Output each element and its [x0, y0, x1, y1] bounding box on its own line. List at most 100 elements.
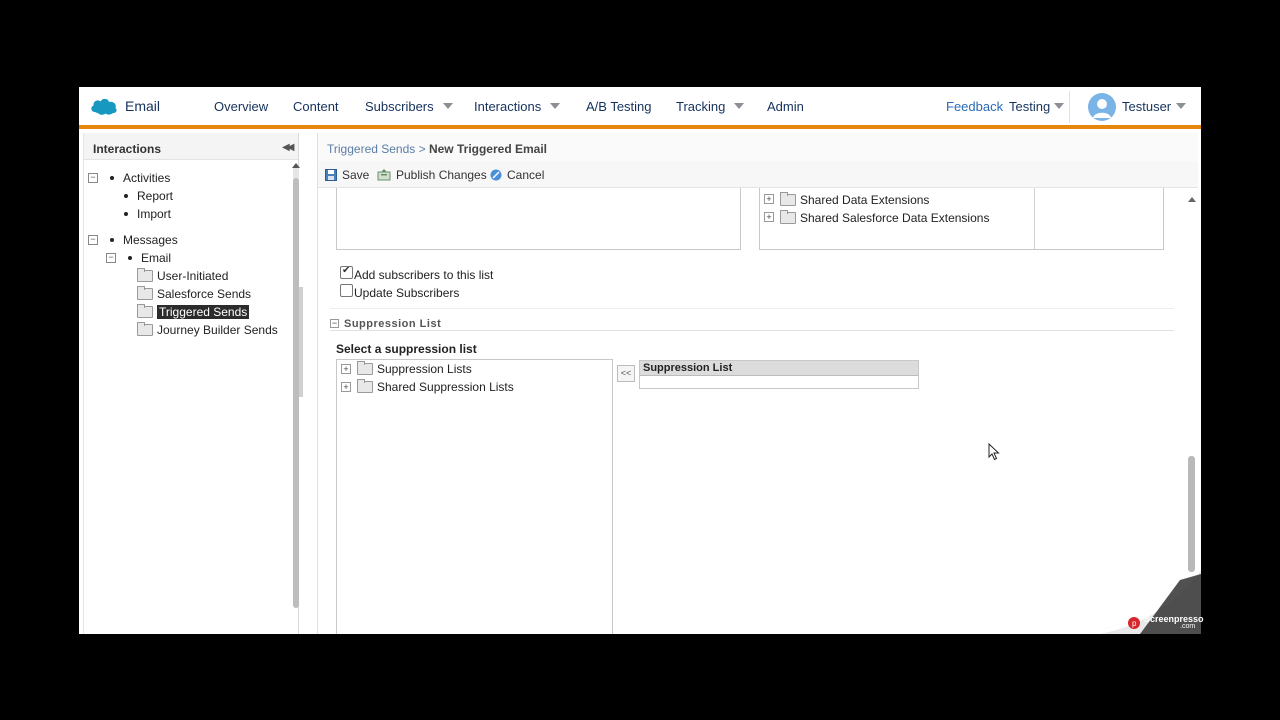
bullet-icon: [124, 212, 128, 216]
cancel-button[interactable]: Cancel: [490, 168, 544, 182]
selected-suppression-grid[interactable]: Suppression List: [639, 360, 919, 389]
collapse-node-icon[interactable]: −: [88, 235, 98, 245]
tree-node-suppression-lists[interactable]: + Suppression Lists: [341, 361, 472, 376]
section-divider: [330, 308, 1174, 309]
expand-node-icon[interactable]: +: [341, 382, 351, 392]
folder-icon: [357, 361, 373, 375]
tree-node-salesforce-sends[interactable]: Salesforce Sends: [137, 286, 251, 301]
folder-icon: [137, 304, 153, 318]
grid-header: Suppression List: [640, 361, 918, 376]
folder-icon: [137, 286, 153, 300]
tree-node-email[interactable]: − Email: [106, 251, 171, 265]
folder-icon: [137, 322, 153, 336]
screenpresso-watermark: p Screenpresso .com: [1080, 570, 1204, 634]
bullet-icon: [124, 194, 128, 198]
tree-node-shared-data-extensions[interactable]: + Shared Data Extensions: [764, 192, 930, 207]
form-content: + Shared Data Extensions + Shared Salesf…: [318, 188, 1198, 634]
chevron-down-icon: [734, 103, 745, 109]
user-menu[interactable]: Testuser: [1122, 99, 1187, 114]
tree-label: User-Initiated: [157, 269, 229, 283]
collapse-section-icon[interactable]: −: [330, 319, 339, 328]
suppression-section-title: Suppression List: [344, 318, 442, 330]
toolbar: Save Publish Changes Cancel: [318, 161, 1198, 188]
data-extension-box[interactable]: + Shared Data Extensions + Shared Salesf…: [759, 188, 1164, 250]
nav-divider: [1069, 91, 1070, 123]
scroll-up-icon[interactable]: [292, 163, 300, 168]
tree-node-shared-suppression-lists[interactable]: + Shared Suppression Lists: [341, 379, 514, 394]
save-label: Save: [342, 168, 370, 182]
save-button[interactable]: Save: [325, 168, 369, 182]
add-subscribers-checkbox[interactable]: [340, 265, 353, 279]
expand-node-icon[interactable]: +: [764, 194, 774, 204]
move-left-button[interactable]: <<: [617, 365, 635, 382]
user-avatar-icon[interactable]: [1088, 93, 1116, 121]
publish-label: Publish Changes: [396, 168, 487, 182]
breadcrumb: Triggered Sends > New Triggered Email: [318, 133, 1198, 161]
nav-admin[interactable]: Admin: [767, 99, 804, 114]
tree-node-import[interactable]: Import: [124, 207, 171, 221]
svg-text:p: p: [1132, 619, 1137, 628]
tree-node-triggered-sends[interactable]: Triggered Sends: [137, 304, 250, 319]
tree-label-selected: Triggered Sends: [157, 305, 250, 319]
sidebar-header: Interactions ◀◀: [84, 133, 298, 160]
tree-node-report[interactable]: Report: [124, 189, 173, 203]
breadcrumb-trail: Triggered Sends > New Triggered Email: [327, 142, 547, 156]
tree-label: Messages: [123, 233, 178, 247]
business-unit-selector[interactable]: Testing: [1009, 99, 1065, 114]
subscriber-list-box[interactable]: [336, 188, 741, 250]
collapse-node-icon[interactable]: −: [88, 173, 98, 183]
expand-node-icon[interactable]: +: [341, 364, 351, 374]
folder-icon: [357, 379, 373, 393]
app-name: Email: [125, 98, 161, 114]
tree-label: Suppression Lists: [377, 362, 472, 376]
chevron-down-icon: [442, 103, 453, 109]
nav-content[interactable]: Content: [293, 99, 339, 114]
breadcrumb-current: New Triggered Email: [428, 142, 548, 156]
collapse-panel-icon[interactable]: ◀◀: [282, 142, 295, 153]
nav-overview[interactable]: Overview: [214, 99, 268, 114]
chevron-down-icon: [1176, 103, 1187, 109]
panel-splitter[interactable]: [299, 287, 303, 397]
feedback-link[interactable]: Feedback: [946, 99, 1003, 114]
breadcrumb-link-triggered-sends[interactable]: Triggered Sends: [327, 142, 415, 156]
tree-node-journey-builder-sends[interactable]: Journey Builder Sends: [137, 322, 278, 337]
tree-label: Shared Data Extensions: [800, 193, 930, 207]
publish-changes-button[interactable]: Publish Changes: [377, 168, 487, 182]
suppression-folder-tree[interactable]: + Suppression Lists + Shared Suppression…: [336, 359, 613, 634]
interactions-sidebar: Interactions ◀◀ − Activities Report Impo…: [83, 133, 300, 634]
nav-tracking[interactable]: Tracking: [676, 99, 745, 114]
watermark-subtext: .com: [1180, 623, 1196, 630]
tree-node-messages[interactable]: − Messages: [88, 233, 178, 247]
brand[interactable]: Email: [89, 96, 160, 116]
update-subscribers-label: Update Subscribers: [354, 286, 460, 300]
folder-icon: [780, 210, 796, 224]
app-window: Email Overview Content Subscribers Inter…: [79, 87, 1201, 634]
save-icon: [325, 169, 337, 181]
expand-node-icon[interactable]: +: [764, 212, 774, 222]
update-subscribers-checkbox[interactable]: [340, 284, 353, 297]
top-navigation: Email Overview Content Subscribers Inter…: [79, 87, 1201, 129]
tree-node-shared-salesforce-data-extensions[interactable]: + Shared Salesforce Data Extensions: [764, 210, 989, 225]
tree-node-user-initiated[interactable]: User-Initiated: [137, 268, 229, 283]
tree-label: Import: [137, 207, 172, 221]
folder-icon: [137, 268, 153, 282]
collapse-node-icon[interactable]: −: [106, 253, 116, 263]
nav-interactions[interactable]: Interactions: [474, 99, 561, 114]
tree-label: Email: [141, 251, 172, 265]
cancel-icon: [490, 169, 502, 181]
tree-node-activities[interactable]: − Activities: [88, 171, 170, 185]
scroll-up-icon[interactable]: [1188, 197, 1196, 202]
add-subscribers-label: Add subscribers to this list: [354, 268, 494, 282]
nav-ab-testing[interactable]: A/B Testing: [586, 99, 652, 114]
tree-label: Activities: [123, 171, 171, 185]
bullet-icon: [128, 256, 132, 260]
nav-subscribers[interactable]: Subscribers: [365, 99, 453, 114]
salesforce-cloud-icon: [89, 96, 119, 116]
folder-icon: [780, 192, 796, 206]
bullet-icon: [110, 176, 114, 180]
section-underline: [330, 330, 1174, 331]
cancel-label: Cancel: [507, 168, 545, 182]
content-scrollbar-thumb[interactable]: [1188, 456, 1195, 572]
tree-label: Journey Builder Sends: [157, 323, 278, 337]
chevron-down-icon: [550, 103, 561, 109]
